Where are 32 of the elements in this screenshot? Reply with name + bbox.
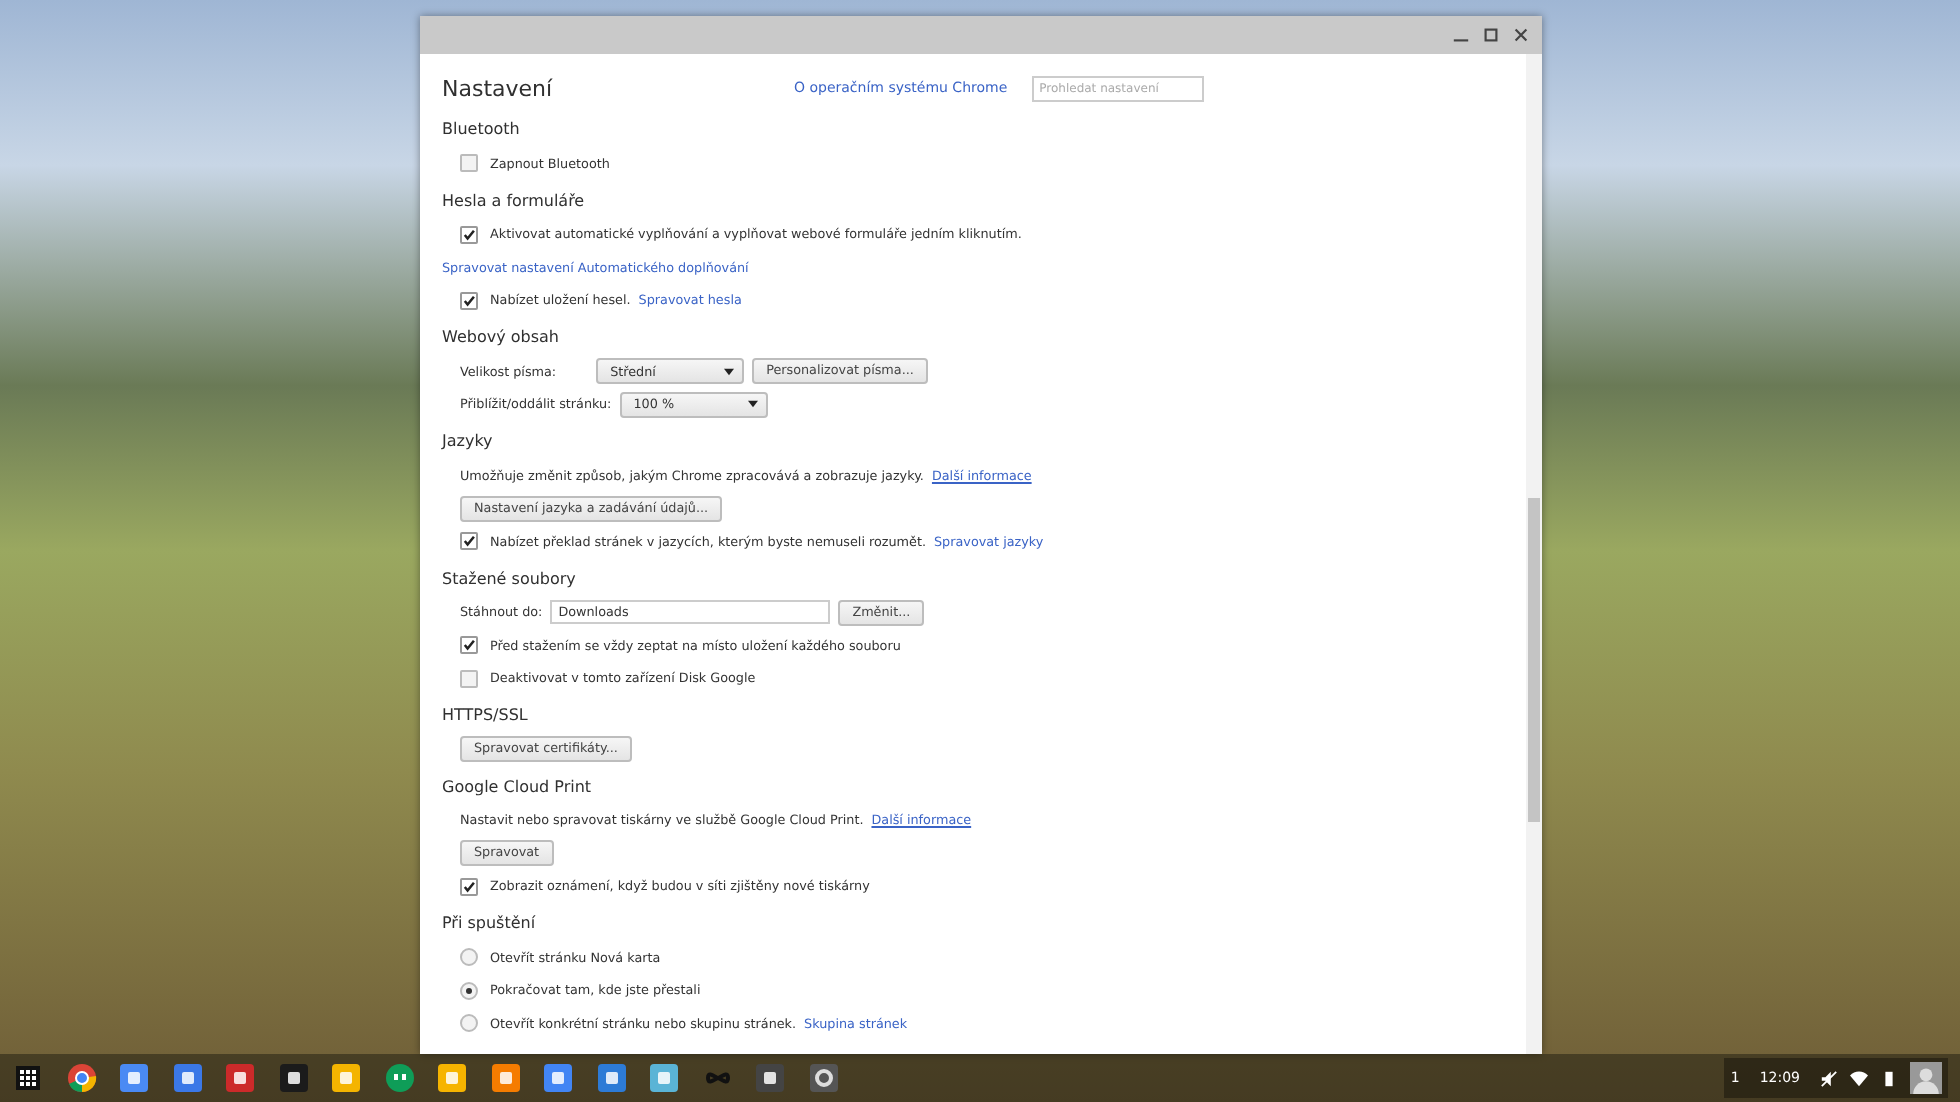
scrollbar[interactable] [1526,54,1542,1054]
caret-icon [724,367,735,376]
section-title: Při spuštění [442,912,538,936]
close-icon[interactable] [1512,26,1530,44]
radio-button[interactable] [460,1014,478,1033]
checkbox[interactable] [460,225,478,244]
checkbox[interactable] [460,669,478,688]
muted-speaker-icon [1820,1069,1838,1087]
checkbox[interactable] [460,877,478,896]
section-title: Stažené soubory [442,567,578,592]
radio-button[interactable] [460,948,478,967]
section-title: Webový obsah [442,326,561,350]
page-title: Nastavení [442,75,555,101]
section-title: Bluetooth [442,118,522,142]
section-title: Google Cloud Print [442,775,594,800]
section-title: Jazyky [442,430,495,454]
launcher-icon[interactable] [12,1062,44,1094]
wifi-icon [1850,1069,1868,1087]
section-title: Hesla a formuláře [442,189,587,213]
checkbox[interactable] [460,532,478,551]
section-title: HTTPS/SSL [442,704,530,728]
browser-icon[interactable] [65,1062,97,1094]
checkbox[interactable] [460,154,478,173]
chat-icon[interactable] [383,1062,415,1094]
battery-icon [1880,1069,1898,1087]
caret-icon [747,400,758,409]
checkbox[interactable] [460,291,478,310]
settings-icon[interactable] [807,1062,839,1094]
avatar-icon [1910,1062,1942,1094]
checkbox[interactable] [460,636,478,655]
radio-button[interactable] [460,981,478,1000]
maximize-icon[interactable] [1482,26,1500,44]
